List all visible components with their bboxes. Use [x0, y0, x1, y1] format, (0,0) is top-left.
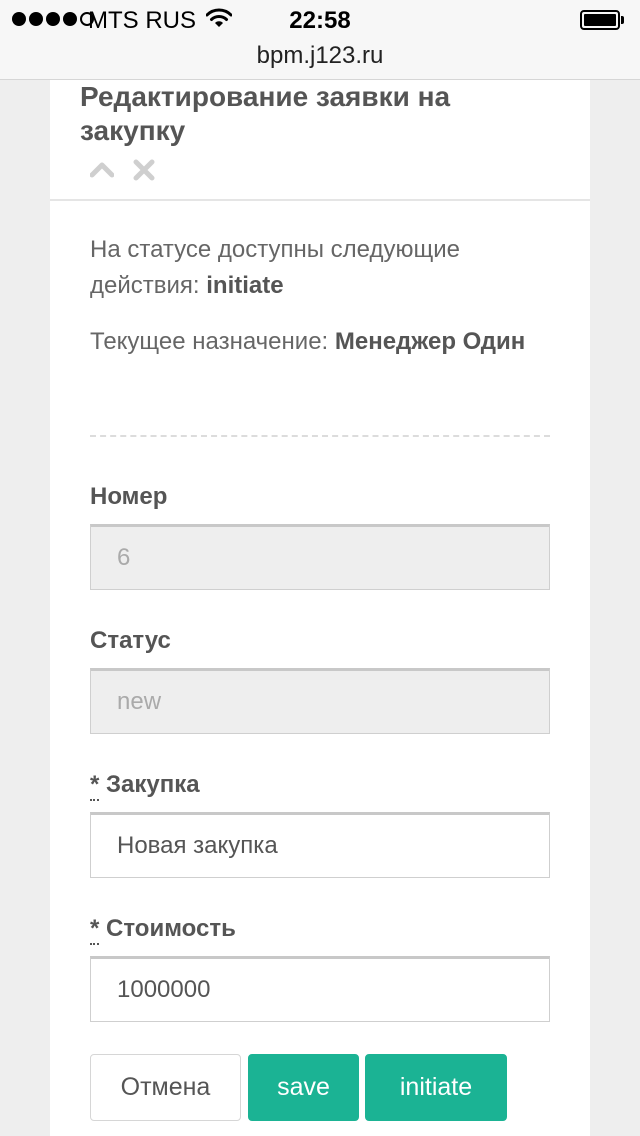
cost-field[interactable]	[90, 956, 550, 1022]
required-mark: *	[90, 771, 100, 801]
current-assignment-value: Менеджер Один	[334, 328, 526, 355]
edit-request-modal: Редактирование заявки на закупку На стат…	[50, 80, 590, 1136]
available-actions-value: initiate	[206, 272, 284, 299]
status-field[interactable]	[90, 668, 550, 734]
cancel-button[interactable]: Отмена	[90, 1054, 241, 1121]
status-label: Статус	[90, 627, 171, 654]
purchase-label: * Закупка	[90, 771, 200, 801]
required-mark: *	[90, 915, 100, 945]
cost-label-text: Стоимость	[106, 915, 236, 942]
url-text[interactable]: bpm.j123.ru	[0, 42, 640, 70]
close-icon[interactable]	[132, 158, 156, 182]
modal-title: Редактирование заявки на закупку	[80, 81, 451, 146]
current-assignment-text: Текущее назначение: Менеджер Один	[90, 324, 550, 360]
current-assignment-label: Текущее назначение:	[90, 328, 335, 355]
cost-label: * Стоимость	[90, 915, 236, 945]
number-field[interactable]	[90, 524, 550, 590]
browser-url-bar[interactable]: bpm.j123.ru	[0, 40, 640, 80]
purchase-field[interactable]	[90, 812, 550, 878]
dashed-divider	[90, 435, 550, 437]
save-button[interactable]: save	[248, 1054, 359, 1121]
initiate-button[interactable]: initiate	[365, 1054, 507, 1121]
status-bar: MTS RUS 22:58	[0, 0, 640, 40]
number-label: Номер	[90, 483, 168, 510]
chevron-up-icon[interactable]	[90, 158, 114, 182]
battery-tip	[621, 16, 624, 24]
purchase-label-text: Закупка	[106, 771, 200, 798]
battery-icon	[580, 10, 620, 30]
available-actions-text: На статусе доступны следующие действия: …	[90, 232, 550, 304]
status-time: 22:58	[289, 7, 351, 34]
modal-header: Редактирование заявки на закупку	[50, 80, 590, 201]
